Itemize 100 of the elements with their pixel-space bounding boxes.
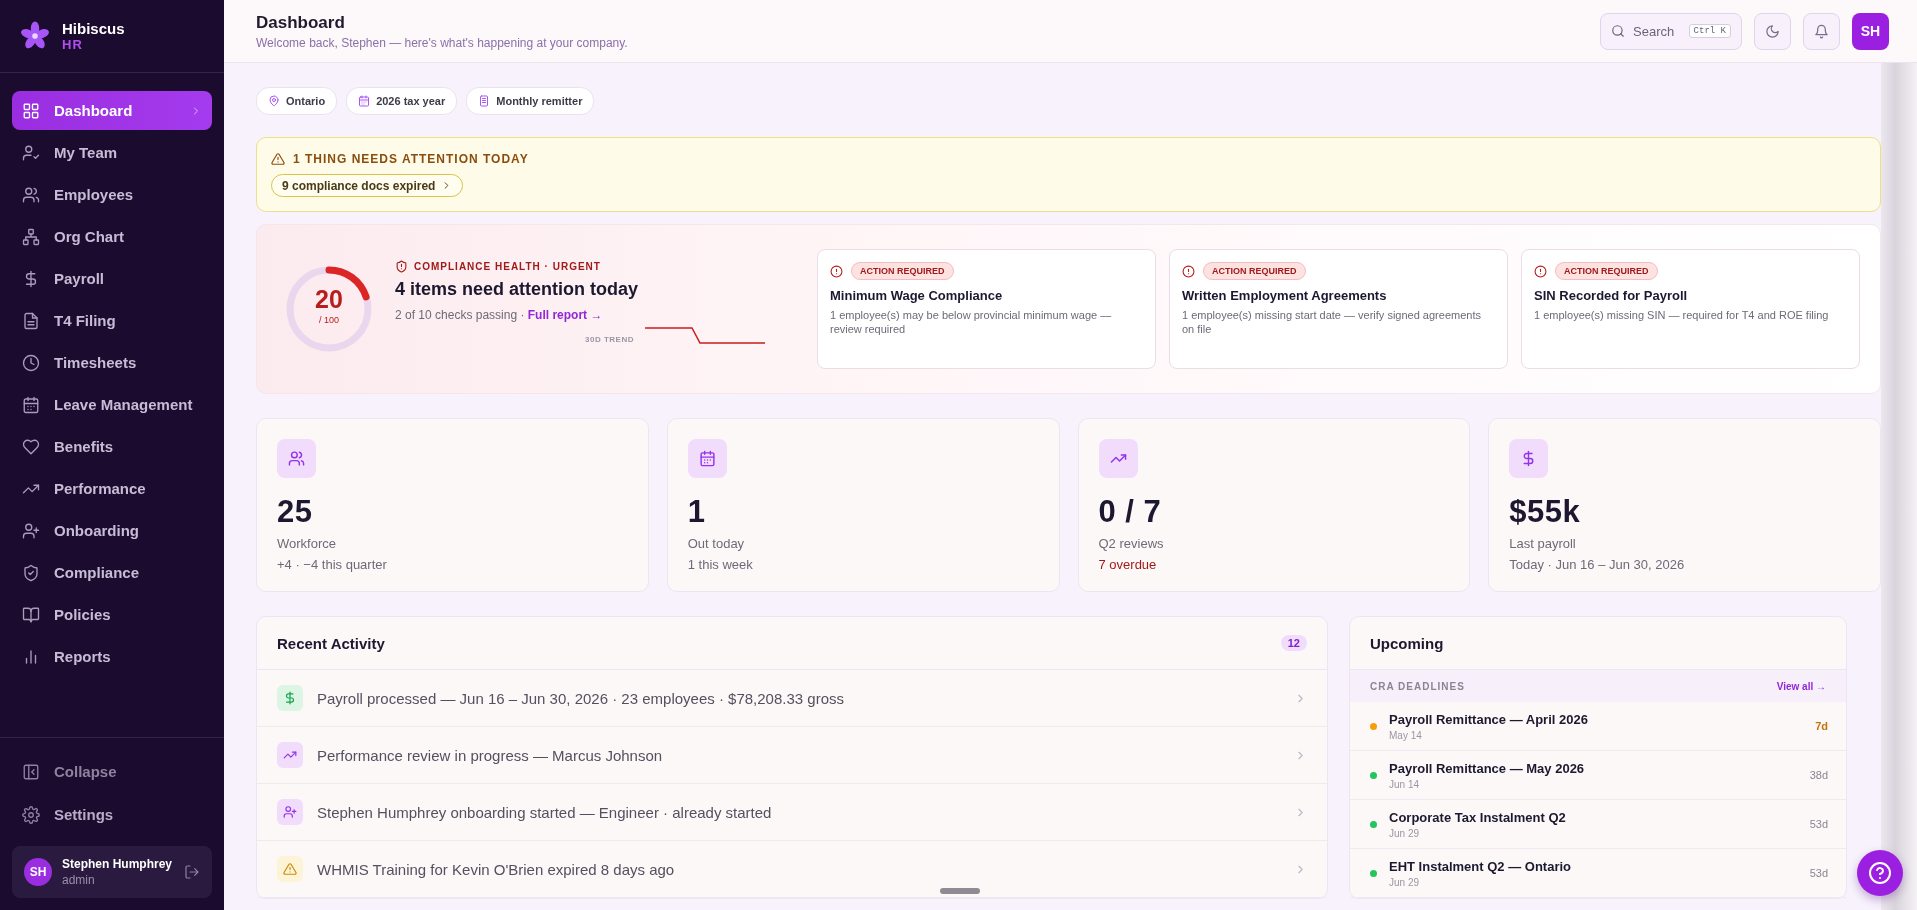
activity-row[interactable]: Stephen Humphrey onboarding started — Engineer · already started <box>257 784 1327 841</box>
settings-link[interactable]: Settings <box>12 795 212 834</box>
dollar-icon <box>283 691 297 705</box>
days-remaining: 53d <box>1809 818 1828 830</box>
collapse-panel-icon <box>22 762 40 781</box>
stat-note: Today · Jun 16 – Jun 30, 2026 <box>1509 557 1686 572</box>
shield-check-icon <box>22 563 40 582</box>
full-report-link[interactable]: Full report → <box>527 308 603 322</box>
count-badge: 12 <box>1280 635 1307 651</box>
deadline-row[interactable]: Corporate Tax Instalment Q2 Jun 29 53d <box>1350 800 1846 849</box>
clock-icon <box>22 353 40 372</box>
user-check-icon <box>22 143 40 162</box>
users-icon <box>22 185 40 204</box>
nav-item[interactable]: Leave Management <box>12 385 212 424</box>
nav-item[interactable]: Payroll <box>12 259 212 298</box>
brand-subtitle: HR <box>62 37 84 52</box>
nav-item[interactable]: My Team <box>12 133 212 172</box>
calendar-icon <box>358 95 371 107</box>
nav-item[interactable]: Employees <box>12 175 212 214</box>
user-avatar[interactable]: SH <box>1852 12 1889 50</box>
nav-item[interactable]: Timesheets <box>12 343 212 382</box>
stat-note: 7 overdue <box>1098 557 1158 572</box>
stat-value: 1 <box>687 494 707 530</box>
book-icon <box>22 605 40 624</box>
nav-item[interactable]: Compliance <box>12 553 212 592</box>
nav-item[interactable]: Reports <box>12 637 212 676</box>
document-icon <box>478 95 491 107</box>
card-title: Recent Activity <box>277 634 385 652</box>
deadline-title: EHT Instalment Q2 — Ontario <box>1389 858 1572 874</box>
users-icon <box>288 450 305 467</box>
checks-summary: 2 of 10 checks passing · Full report → <box>395 308 604 322</box>
keyboard-shortcut: Ctrl K <box>1688 24 1731 38</box>
page-title: Dashboard <box>256 12 346 33</box>
nav-item[interactable]: Org Chart <box>12 217 212 256</box>
stat-note: 1 this week <box>687 557 754 572</box>
compliance-headline: 4 items need attention today <box>395 279 640 300</box>
card-title: Upcoming <box>1370 634 1444 652</box>
deadline-row[interactable]: Payroll Remittance — May 2026 Jun 14 38d <box>1350 751 1846 800</box>
theme-toggle-button[interactable] <box>1754 12 1791 50</box>
deadline-title: Payroll Remittance — April 2026 <box>1389 711 1588 727</box>
stat-note: +4 · −4 this quarter <box>277 557 388 572</box>
bell-icon <box>1814 23 1829 39</box>
compliance-label: COMPLIANCE HEALTH · URGENT <box>414 261 601 272</box>
notifications-button[interactable] <box>1803 12 1840 50</box>
deadline-title: Corporate Tax Instalment Q2 <box>1389 809 1566 825</box>
days-remaining: 7d <box>1815 720 1828 732</box>
activity-text: Performance review in progress — Marcus Johnson <box>317 746 663 764</box>
help-button[interactable] <box>1857 850 1903 896</box>
filter-chip: Ontario <box>256 87 338 115</box>
stat-label: Last payroll <box>1509 536 1577 551</box>
dashboard-icon <box>22 101 40 120</box>
flower-logo-icon <box>20 21 50 51</box>
nav-item[interactable]: Onboarding <box>12 511 212 550</box>
alert-circle-icon <box>1534 264 1547 278</box>
section-label: CRA DEADLINES <box>1370 680 1465 692</box>
stat-label: Out today <box>687 536 746 551</box>
document-icon <box>22 311 40 330</box>
activity-row[interactable]: Performance review in progress — Marcus Johnson <box>257 727 1327 784</box>
activity-text: Stephen Humphrey onboarding started — Engineer · already started <box>317 803 772 821</box>
activity-row[interactable]: Payroll processed — Jun 16 – Jun 30, 2026 · 23 employees · $78,208.33 gross <box>257 670 1327 727</box>
activity-text: WHMIS Training for Kevin O'Brien expired 8 days ago <box>317 860 675 878</box>
stat-label: Workforce <box>277 536 337 551</box>
logout-icon[interactable] <box>184 864 200 880</box>
user-card[interactable]: SH Stephen Humphrey admin <box>12 846 212 898</box>
nav-item[interactable]: T4 Filing <box>12 301 212 340</box>
settings-icon <box>22 805 40 824</box>
trend-label: 30D TREND <box>585 334 634 344</box>
user-avatar: SH <box>24 858 52 886</box>
view-all-link[interactable]: View all → <box>1776 680 1826 692</box>
score-max: / 100 <box>318 315 340 325</box>
map-pin-icon <box>268 95 280 107</box>
check-detail: 1 employee(s) may be below provincial minimum wage — review required <box>830 308 1113 336</box>
stat-value: 0 / 7 <box>1098 494 1163 530</box>
deadline-date: Jun 14 <box>1389 778 1421 790</box>
filter-chip: 2026 tax year <box>346 87 458 115</box>
search-field[interactable]: Search Ctrl K <box>1600 12 1742 50</box>
status-badge: ACTION REQUIRED <box>1203 262 1306 280</box>
nav-item[interactable]: Dashboard <box>12 91 212 130</box>
nav-item[interactable]: Policies <box>12 595 212 634</box>
heart-icon <box>22 437 40 456</box>
calendar-icon <box>698 450 716 467</box>
check-detail: 1 employee(s) missing start date — verify signed agreements on file <box>1182 308 1482 336</box>
deadline-row[interactable]: EHT Instalment Q2 — Ontario Jun 29 53d <box>1350 849 1846 898</box>
page-subtitle: Welcome back, Stephen — here's what's happening at your company. <box>256 35 628 50</box>
nav-item[interactable]: Benefits <box>12 427 212 466</box>
help-icon <box>1868 861 1892 885</box>
deadline-title: Payroll Remittance — May 2026 <box>1389 760 1585 776</box>
search-icon <box>1611 24 1625 38</box>
alert-title: 1 THING NEEDS ATTENTION TODAY <box>293 152 529 166</box>
scroll-handle[interactable] <box>940 888 980 894</box>
check-detail: 1 employee(s) missing SIN — required for T4 and ROE filing <box>1534 308 1830 322</box>
stat-value: 25 <box>277 494 314 530</box>
collapse-button[interactable]: Collapse <box>12 752 212 791</box>
moon-icon <box>1765 23 1780 39</box>
user-plus-icon <box>283 805 297 819</box>
org-chart-icon <box>22 227 40 246</box>
nav-item[interactable]: Performance <box>12 469 212 508</box>
alert-action-button[interactable]: 9 compliance docs expired <box>271 174 464 197</box>
deadline-row[interactable]: Payroll Remittance — April 2026 May 14 7d <box>1350 702 1846 751</box>
filter-chip: Monthly remitter <box>466 87 595 115</box>
